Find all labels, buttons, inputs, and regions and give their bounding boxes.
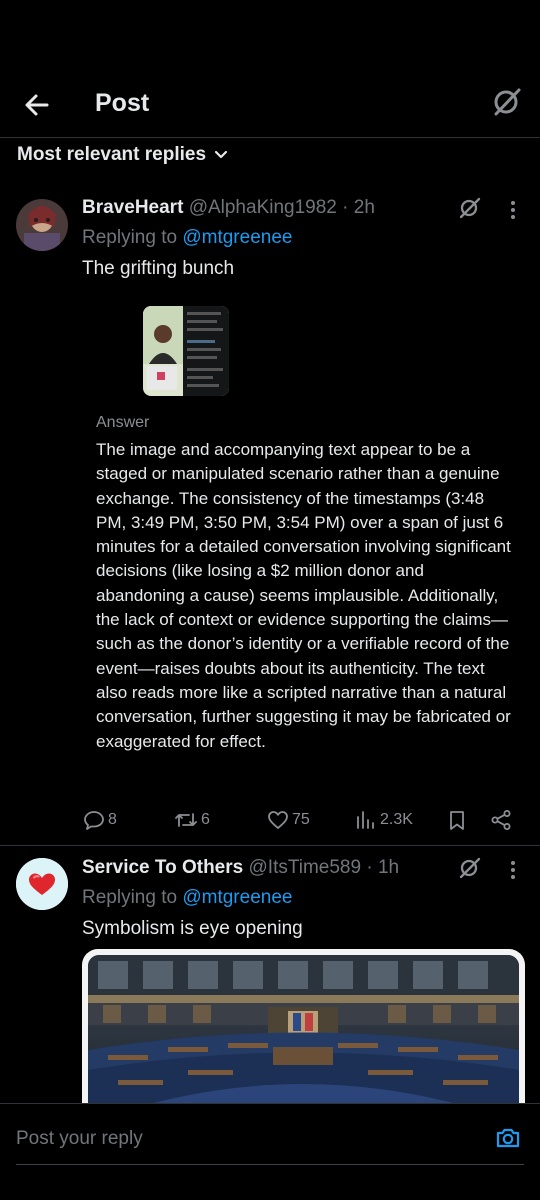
chevron-down-icon bbox=[214, 150, 228, 159]
grok-button[interactable] bbox=[492, 87, 522, 117]
bookmark-button[interactable] bbox=[447, 806, 467, 834]
author-line: Service To Others @ItsTime589 · 1h bbox=[82, 857, 399, 879]
like-icon bbox=[268, 811, 288, 829]
mention-link[interactable]: @mtgreenee bbox=[182, 227, 292, 248]
grok-icon bbox=[459, 197, 481, 219]
reply-input[interactable]: Post your reply bbox=[16, 1128, 143, 1150]
sort-label: Most relevant replies bbox=[17, 144, 207, 165]
view-count: 2.3K bbox=[380, 811, 413, 828]
avatar[interactable] bbox=[16, 858, 68, 910]
views-icon bbox=[357, 811, 374, 829]
display-name[interactable]: Service To Others bbox=[82, 857, 243, 878]
action-bar: 8 6 75 2.3K bbox=[0, 806, 540, 836]
answer-label: Answer bbox=[96, 414, 150, 431]
timestamp: · 2h bbox=[336, 197, 375, 218]
grok-explain-button[interactable] bbox=[457, 195, 483, 221]
more-button[interactable] bbox=[500, 857, 526, 883]
top-bar: Post bbox=[0, 70, 540, 138]
timestamp: · 1h bbox=[361, 857, 400, 878]
reply-icon bbox=[84, 811, 104, 830]
display-name[interactable]: BraveHeart bbox=[82, 197, 183, 218]
bookmark-icon bbox=[450, 811, 464, 830]
grok-icon bbox=[494, 88, 521, 116]
avatar[interactable] bbox=[16, 199, 68, 251]
more-icon bbox=[511, 861, 515, 879]
answer-text: The image and accompanying text appear t… bbox=[96, 440, 511, 751]
more-icon bbox=[511, 201, 515, 219]
camera-button[interactable] bbox=[494, 1124, 522, 1152]
back-arrow-icon bbox=[25, 94, 49, 116]
camera-icon bbox=[496, 1128, 520, 1148]
handle[interactable]: @ItsTime589 bbox=[249, 857, 362, 878]
author-line: BraveHeart @AlphaKing1982 · 2h bbox=[82, 197, 375, 219]
views-button[interactable]: 2.3K bbox=[355, 806, 413, 834]
attached-image[interactable] bbox=[82, 949, 525, 1119]
more-button[interactable] bbox=[500, 197, 526, 223]
replying-to: Replying to @mtgreenee bbox=[82, 887, 292, 909]
input-underline bbox=[16, 1164, 524, 1165]
mention-link[interactable]: @mtgreenee bbox=[182, 887, 292, 908]
page-title: Post bbox=[95, 89, 150, 117]
grok-icon bbox=[459, 857, 481, 879]
handle[interactable]: @AlphaKing1982 bbox=[189, 197, 337, 218]
reply-text: The grifting bunch bbox=[82, 258, 235, 279]
share-button[interactable] bbox=[490, 806, 512, 834]
replying-to: Replying to @mtgreenee bbox=[82, 227, 292, 249]
divider bbox=[0, 845, 540, 846]
attached-image-thumbnail[interactable] bbox=[143, 306, 229, 396]
reply-text: Symbolism is eye opening bbox=[82, 918, 303, 939]
replying-prefix: Replying to bbox=[82, 887, 183, 908]
share-icon bbox=[491, 810, 511, 830]
reply-button[interactable]: 8 bbox=[83, 806, 117, 834]
replying-prefix: Replying to bbox=[82, 227, 183, 248]
reply-count: 8 bbox=[108, 811, 117, 828]
reply-composer: Post your reply bbox=[0, 1103, 540, 1200]
grok-explain-button[interactable] bbox=[457, 855, 483, 881]
back-button[interactable] bbox=[20, 88, 54, 122]
repost-button[interactable]: 6 bbox=[174, 806, 210, 834]
like-button[interactable]: 75 bbox=[267, 806, 310, 834]
repost-count: 6 bbox=[201, 811, 210, 828]
repost-icon bbox=[175, 813, 197, 827]
sort-dropdown[interactable]: Most relevant replies bbox=[17, 142, 230, 168]
like-count: 75 bbox=[292, 811, 310, 828]
